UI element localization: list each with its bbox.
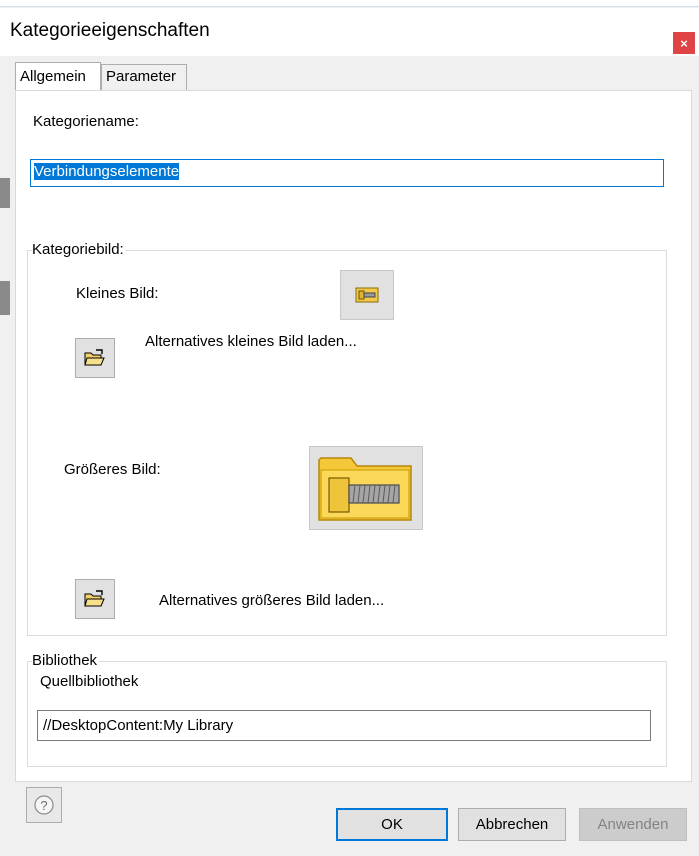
ok-button[interactable]: OK bbox=[336, 808, 448, 841]
open-folder-icon bbox=[84, 590, 105, 607]
background-window-edge bbox=[0, 281, 10, 315]
tab-allgemein[interactable]: Allgemein bbox=[15, 62, 101, 90]
close-icon: × bbox=[680, 35, 688, 51]
source-library-value: //DesktopContent:My Library bbox=[43, 717, 234, 734]
svg-text:?: ? bbox=[40, 798, 47, 813]
category-name-input[interactable]: Verbindungselemente bbox=[30, 159, 664, 187]
title-bar: Kategorieeigenschaften × bbox=[0, 8, 699, 56]
category-image-group-title: Kategoriebild: bbox=[32, 241, 126, 258]
large-image-label: Größeres Bild: bbox=[64, 461, 161, 478]
source-library-label: Quellbibliothek bbox=[40, 673, 139, 690]
help-button[interactable]: ? bbox=[26, 787, 62, 823]
library-group-title: Bibliothek bbox=[32, 652, 100, 669]
background-window-edge bbox=[0, 178, 10, 208]
load-large-image-button[interactable] bbox=[75, 579, 115, 619]
top-edge bbox=[0, 0, 699, 7]
apply-button[interactable]: Anwenden bbox=[579, 808, 687, 841]
help-icon: ? bbox=[34, 795, 54, 815]
bolt-small-icon bbox=[355, 287, 379, 303]
large-image-preview bbox=[309, 446, 423, 530]
small-image-preview bbox=[340, 270, 394, 320]
cancel-button[interactable]: Abbrechen bbox=[458, 808, 566, 841]
close-button[interactable]: × bbox=[673, 32, 695, 54]
load-large-image-label: Alternatives größeres Bild laden... bbox=[159, 592, 385, 609]
load-small-image-label: Alternatives kleines Bild laden... bbox=[145, 333, 357, 350]
load-small-image-button[interactable] bbox=[75, 338, 115, 378]
window-title: Kategorieeigenschaften bbox=[10, 20, 210, 41]
category-name-value: Verbindungselemente bbox=[34, 163, 180, 180]
source-library-input[interactable]: //DesktopContent:My Library bbox=[37, 710, 651, 741]
bolt-folder-icon bbox=[318, 457, 412, 521]
tab-parameter[interactable]: Parameter bbox=[101, 64, 187, 90]
category-name-label: Kategoriename: bbox=[33, 113, 139, 130]
open-folder-icon bbox=[84, 349, 105, 366]
small-image-label: Kleines Bild: bbox=[76, 285, 159, 302]
